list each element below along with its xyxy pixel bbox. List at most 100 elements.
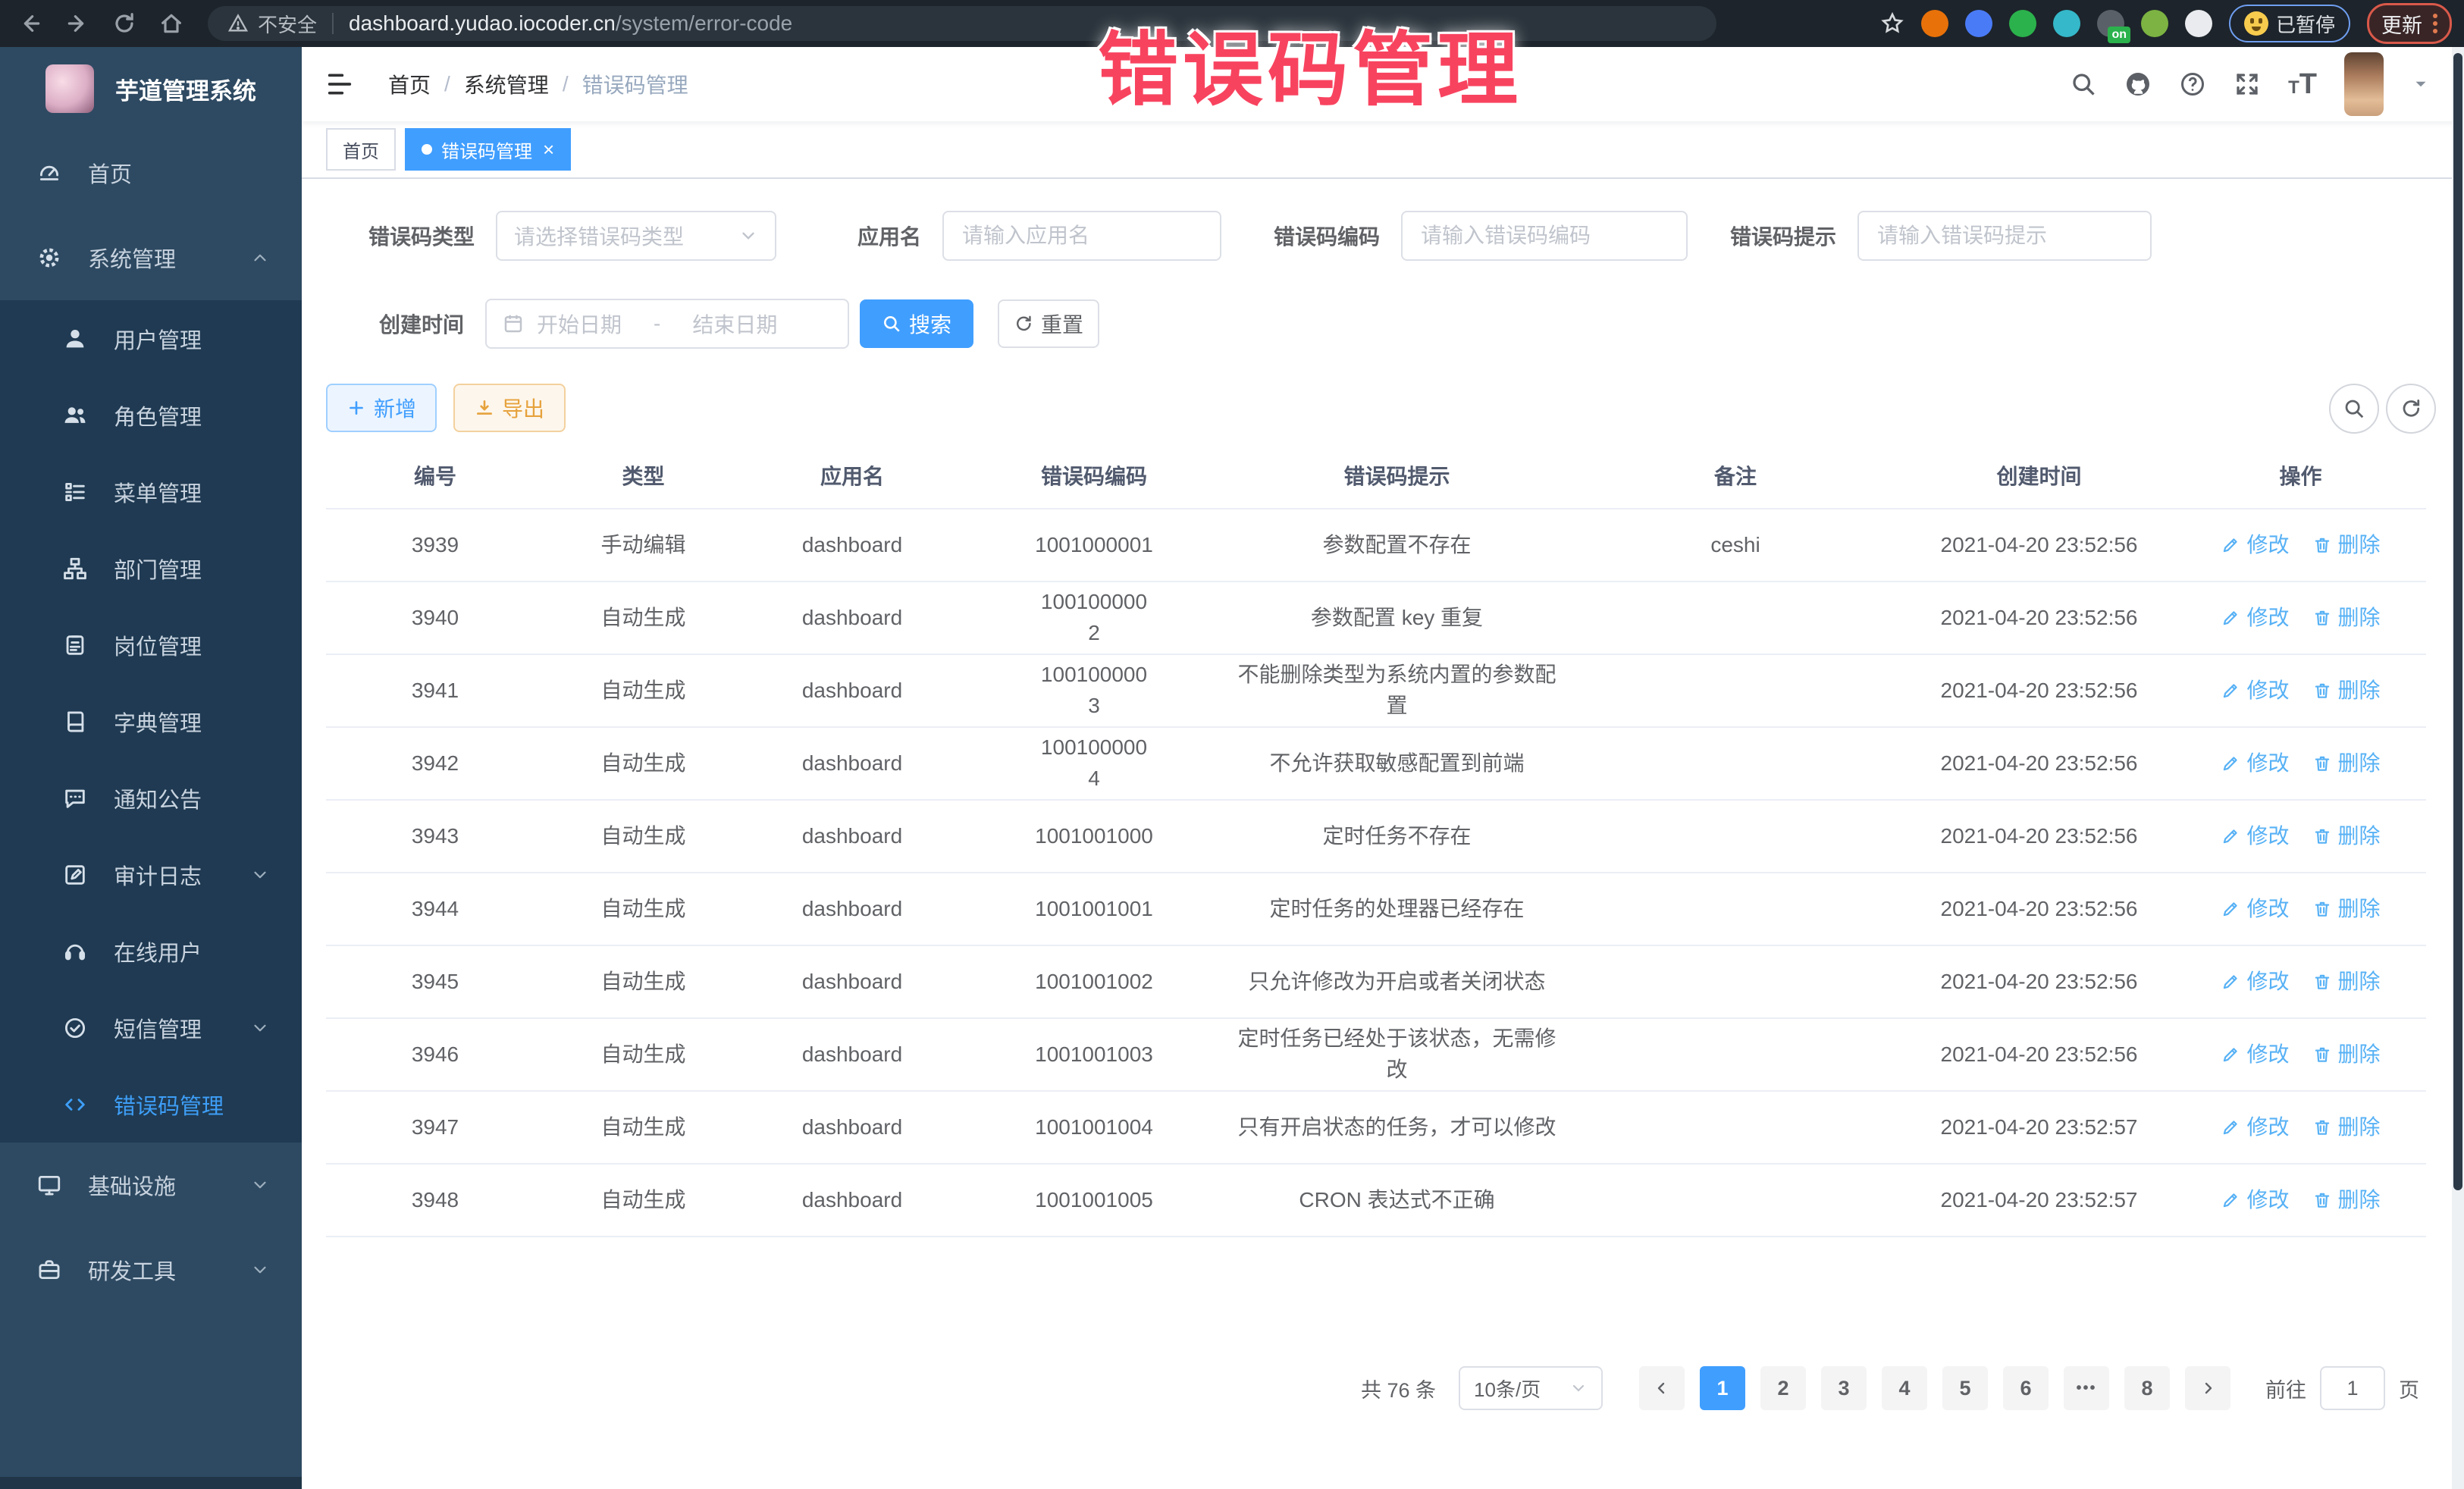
export-button[interactable]: 导出 (453, 384, 566, 432)
app-name-input[interactable] (942, 211, 1221, 261)
column-header: 应用名 (742, 443, 962, 508)
sidebar-item-dict[interactable]: 字典管理 (0, 683, 302, 760)
app-logo[interactable]: 芋道管理系统 (0, 47, 302, 130)
sidebar-item-sms[interactable]: 短信管理 (0, 989, 302, 1066)
sidebar-item-roles[interactable]: 角色管理 (0, 377, 302, 453)
sidebar-item-users[interactable]: 用户管理 (0, 300, 302, 377)
sidebar-item-infra[interactable]: 基础设施 (0, 1143, 302, 1227)
add-button[interactable]: 新增 (326, 384, 437, 432)
add-button-label: 新增 (374, 393, 416, 423)
edit-link[interactable]: 修改 (2221, 676, 2289, 707)
github-icon[interactable] (2124, 71, 2152, 98)
sidebar-item-home[interactable]: 首页 (0, 130, 302, 215)
sidebar-item-online-users[interactable]: 在线用户 (0, 913, 302, 989)
edit-link[interactable]: 修改 (2221, 603, 2289, 634)
edit-link[interactable]: 修改 (2221, 1039, 2289, 1071)
fullscreen-icon[interactable] (2234, 71, 2261, 98)
breadcrumb-item[interactable]: 系统管理 (464, 69, 549, 99)
edit-link[interactable]: 修改 (2221, 894, 2289, 925)
sidebar-item-audit-log[interactable]: 审计日志 (0, 836, 302, 913)
forward-icon[interactable] (61, 7, 94, 40)
date-range-picker[interactable]: 开始日期 - 结束日期 (485, 299, 849, 349)
extension-teal-icon[interactable] (2053, 10, 2080, 37)
edit-link[interactable]: 修改 (2221, 530, 2289, 561)
delete-link[interactable]: 删除 (2312, 1185, 2381, 1216)
breadcrumb-item[interactable]: 首页 (388, 69, 431, 99)
extension-list-icon[interactable]: on (2097, 10, 2124, 37)
edit-link[interactable]: 修改 (2221, 748, 2289, 779)
tools-icon (33, 1257, 65, 1283)
font-size-icon[interactable]: TT (2288, 70, 2317, 99)
edit-link[interactable]: 修改 (2221, 967, 2289, 998)
extension-blue-icon[interactable] (1965, 10, 1992, 37)
update-button[interactable]: 更新 (2367, 3, 2452, 44)
next-page-button[interactable] (2185, 1366, 2230, 1410)
filter-group-code: 错误码编码 (1274, 211, 1688, 261)
error-code-input[interactable] (1401, 211, 1688, 261)
prev-page-button[interactable] (1639, 1366, 1685, 1410)
sidebar-item-error-code[interactable]: 错误码管理 (0, 1066, 302, 1143)
extension-key-icon[interactable] (2141, 10, 2168, 37)
user-avatar[interactable] (2344, 52, 2384, 116)
page-button-5[interactable]: 5 (1942, 1366, 1988, 1410)
delete-link[interactable]: 删除 (2312, 1039, 2381, 1071)
search-toggle-button[interactable] (2329, 384, 2379, 434)
page-button-6[interactable]: 6 (2003, 1366, 2049, 1410)
edit-link[interactable]: 修改 (2221, 821, 2289, 852)
sidebar-item-notice[interactable]: 通知公告 (0, 760, 302, 836)
page-button-1[interactable]: 1 (1700, 1366, 1745, 1410)
refresh-button[interactable] (2386, 384, 2436, 434)
help-icon[interactable] (2179, 71, 2206, 98)
tab-首页[interactable]: 首页 (326, 128, 396, 171)
row-time: 2021-04-20 23:52:57 (1903, 1165, 2175, 1236)
delete-link[interactable]: 删除 (2312, 603, 2381, 634)
paused-badge[interactable]: 已暂停 (2229, 5, 2350, 42)
delete-link[interactable]: 删除 (2312, 821, 2381, 852)
error-type-select[interactable]: 请选择错误码类型 (496, 211, 776, 261)
page-button-3[interactable]: 3 (1821, 1366, 1867, 1410)
sidebar-item-system[interactable]: 系统管理 (0, 215, 302, 300)
home-icon[interactable] (155, 7, 188, 40)
edit-link[interactable]: 修改 (2221, 1112, 2289, 1143)
sidebar-item-posts[interactable]: 岗位管理 (0, 607, 302, 683)
delete-link[interactable]: 删除 (2312, 530, 2381, 561)
search-button[interactable]: 搜索 (860, 299, 973, 348)
bookmark-star-icon[interactable] (1880, 11, 1904, 36)
page-size-select[interactable]: 10条/页 (1459, 1366, 1603, 1410)
delete-link[interactable]: 删除 (2312, 748, 2381, 779)
scrollbar-thumb[interactable] (2453, 53, 2462, 1190)
delete-link[interactable]: 删除 (2312, 894, 2381, 925)
extension-green-icon[interactable] (2009, 10, 2036, 37)
search-icon[interactable] (2070, 71, 2097, 98)
delete-link[interactable]: 删除 (2312, 1112, 2381, 1143)
reset-button[interactable]: 重置 (998, 299, 1099, 348)
delete-link[interactable]: 删除 (2312, 676, 2381, 707)
page-ellipsis[interactable]: ••• (2064, 1366, 2109, 1410)
delete-link-label: 删除 (2338, 1039, 2381, 1071)
back-icon[interactable] (14, 7, 47, 40)
calendar-icon (502, 312, 525, 335)
page-button-4[interactable]: 4 (1882, 1366, 1927, 1410)
kebab-menu-icon[interactable] (2433, 14, 2437, 33)
delete-link[interactable]: 删除 (2312, 967, 2381, 998)
row-id: 3943 (326, 801, 544, 872)
extension-puzzle-icon[interactable] (2185, 10, 2212, 37)
close-icon[interactable]: × (543, 139, 554, 159)
edit-link[interactable]: 修改 (2221, 1185, 2289, 1216)
sidebar-item-menus[interactable]: 菜单管理 (0, 453, 302, 530)
row-app: dashboard (742, 509, 962, 581)
row-actions: 修改删除 (2175, 873, 2426, 945)
hamburger-icon[interactable] (324, 69, 355, 99)
error-hint-input[interactable] (1857, 211, 2152, 261)
reload-icon[interactable] (108, 7, 141, 40)
page-button-8[interactable]: 8 (2124, 1366, 2170, 1410)
dashboard-icon (33, 160, 65, 186)
sidebar-item-dev-tools[interactable]: 研发工具 (0, 1227, 302, 1312)
goto-page-input[interactable] (2320, 1366, 2385, 1410)
sidebar-item-depts[interactable]: 部门管理 (0, 530, 302, 607)
scrollbar[interactable] (2452, 47, 2464, 1489)
caret-down-icon[interactable] (2411, 74, 2431, 94)
page-button-2[interactable]: 2 (1760, 1366, 1806, 1410)
tab-错误码管理[interactable]: 错误码管理× (405, 128, 571, 171)
extension-orange-icon[interactable] (1921, 10, 1948, 37)
